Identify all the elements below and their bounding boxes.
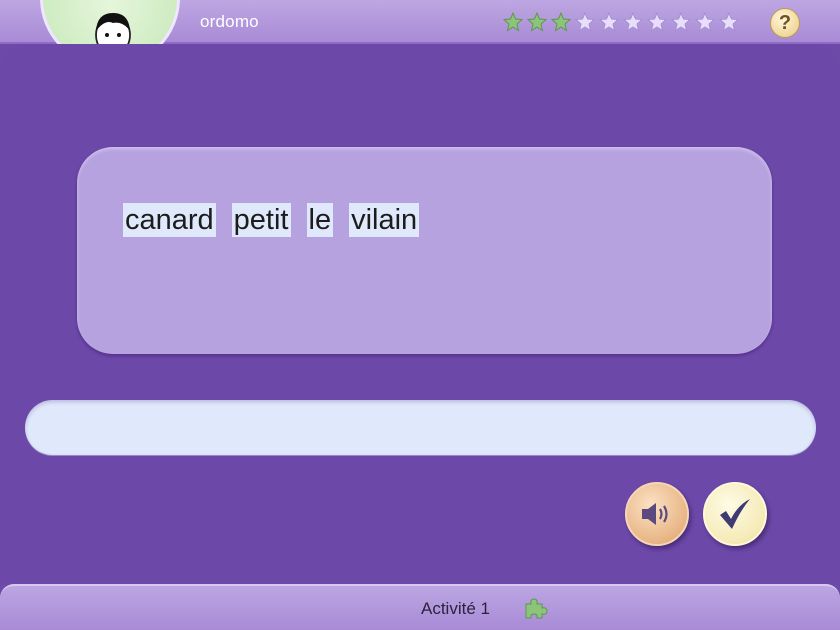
speaker-icon: [642, 503, 668, 525]
star-earned-icon: [526, 11, 548, 32]
sound-button[interactable]: [625, 482, 689, 546]
star-empty-icon: [718, 11, 740, 32]
word-tile[interactable]: petit: [231, 203, 291, 237]
help-button[interactable]: ?: [770, 8, 800, 38]
word-tile[interactable]: canard: [123, 203, 216, 237]
star-earned-icon: [502, 11, 524, 32]
star-empty-icon: [670, 11, 692, 32]
puzzle-piece-icon: [525, 598, 548, 619]
star-empty-icon: [574, 11, 596, 32]
word-tiles: canard petit le vilain: [123, 203, 420, 237]
star-earned-icon: [550, 11, 572, 32]
star-empty-icon: [694, 11, 716, 32]
validate-button[interactable]: [703, 482, 767, 546]
help-icon: ?: [778, 11, 792, 34]
star-empty-icon: [598, 11, 620, 32]
checkmark-icon: [720, 499, 750, 529]
word-tile[interactable]: vilain: [349, 203, 420, 237]
answer-field[interactable]: [25, 400, 816, 455]
activity-label: Activité 1: [421, 599, 490, 618]
app-title: ordomo: [200, 12, 259, 31]
word-area: canard petit le vilain: [77, 147, 772, 354]
star-empty-icon: [646, 11, 668, 32]
top-bar: ordomo ?: [0, 0, 840, 68]
bottom-bar: Activité 1: [0, 584, 840, 630]
progress-stars: [502, 11, 740, 33]
star-empty-icon: [622, 11, 644, 32]
word-tile[interactable]: le: [306, 203, 334, 237]
